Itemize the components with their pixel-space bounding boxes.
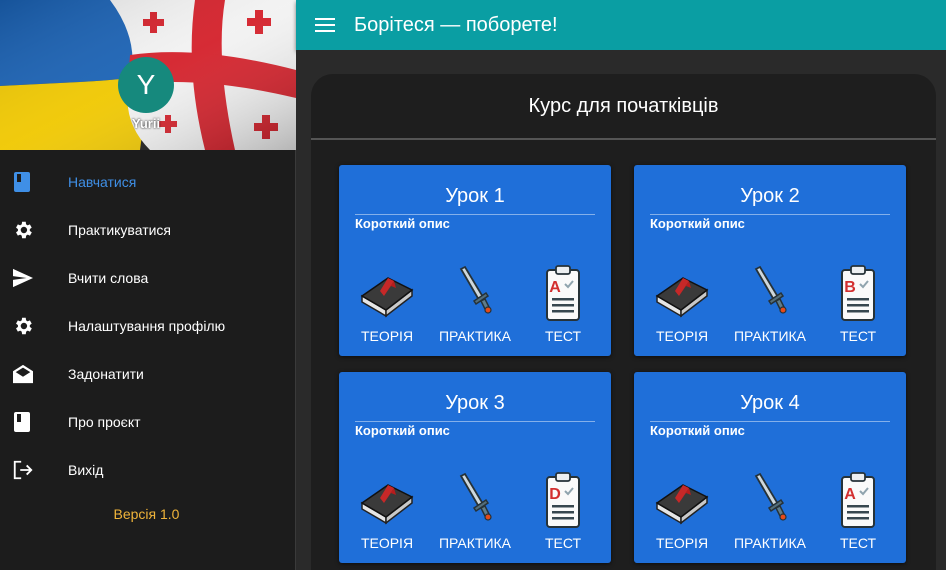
sidebar-item-words[interactable]: Вчити слова — [0, 254, 295, 302]
test-grade-letter: D — [549, 486, 561, 503]
action-label: ТЕОРІЯ — [655, 535, 709, 551]
action-label: ТЕОРІЯ — [360, 535, 414, 551]
sidebar-item-label: Про проєкт — [68, 414, 141, 430]
action-label: ПРАКТИКА — [733, 535, 807, 551]
app-version: Версія 1.0 — [113, 506, 180, 522]
book-icon — [0, 411, 68, 433]
sidebar-item-logout[interactable]: Вихід — [0, 446, 295, 494]
course-panel: Курс для початківців Урок 1 Короткий опи… — [311, 74, 936, 570]
lesson-card-3: Урок 3 Короткий опис ТЕОРІЯ ПРАКТИКА D Т… — [339, 372, 611, 563]
theory-button[interactable]: ТЕОРІЯ — [642, 261, 722, 344]
menu-button[interactable] — [296, 0, 354, 50]
sword-icon — [730, 261, 810, 325]
lesson-title: Урок 3 — [355, 392, 595, 422]
sidebar-item-profile-settings[interactable]: Налаштування профілю — [0, 302, 295, 350]
action-label: ПРАКТИКА — [438, 535, 512, 551]
sidebar-item-practice[interactable]: Практикуватися — [0, 206, 295, 254]
lesson-title: Урок 1 — [355, 185, 595, 215]
sidebar: Y Yurii Навчатися Практикуватися Вчити с… — [0, 0, 296, 570]
test-button[interactable]: A ТЕСТ — [818, 468, 898, 551]
book-icon — [642, 468, 722, 532]
sidebar-item-label: Навчатися — [68, 174, 137, 190]
envelope-icon — [0, 364, 68, 384]
test-button[interactable]: B ТЕСТ — [818, 261, 898, 344]
practice-button[interactable]: ПРАКТИКА — [730, 468, 810, 551]
lesson-title: Урок 4 — [650, 392, 890, 422]
logout-icon — [0, 459, 68, 481]
action-label: ТЕОРІЯ — [360, 328, 414, 344]
lesson-title: Урок 2 — [650, 185, 890, 215]
theory-button[interactable]: ТЕОРІЯ — [347, 261, 427, 344]
gear-icon — [0, 219, 68, 241]
practice-button[interactable]: ПРАКТИКА — [435, 468, 515, 551]
send-icon — [0, 268, 68, 288]
sidebar-item-donate[interactable]: Задонатити — [0, 350, 295, 398]
sidebar-item-label: Вчити слова — [68, 270, 149, 286]
sidebar-item-about[interactable]: Про проєкт — [0, 398, 295, 446]
test-button[interactable]: A ТЕСТ — [523, 261, 603, 344]
theory-button[interactable]: ТЕОРІЯ — [347, 468, 427, 551]
book-icon — [347, 261, 427, 325]
sidebar-item-label: Налаштування профілю — [68, 318, 226, 334]
action-label: ПРАКТИКА — [438, 328, 512, 344]
sidebar-nav: Навчатися Практикуватися Вчити слова Нал… — [0, 158, 295, 494]
clipboard-test-icon: A — [818, 468, 898, 532]
sidebar-item-label: Задонатити — [68, 366, 144, 382]
avatar[interactable]: Y — [118, 57, 174, 113]
book-icon — [347, 468, 427, 532]
practice-button[interactable]: ПРАКТИКА — [435, 261, 515, 344]
action-label: ТЕСТ — [544, 328, 582, 344]
theory-button[interactable]: ТЕОРІЯ — [642, 468, 722, 551]
app-bar: Борітеся — поборете! — [296, 0, 946, 50]
profile-banner: Y Yurii — [0, 0, 296, 150]
course-title: Курс для початківців — [311, 74, 936, 140]
sword-icon — [435, 261, 515, 325]
book-icon — [642, 261, 722, 325]
sidebar-item-learn[interactable]: Навчатися — [0, 158, 295, 206]
page-title: Борітеся — поборете! — [354, 13, 558, 36]
practice-button[interactable]: ПРАКТИКА — [730, 261, 810, 344]
app-root: Y Yurii Навчатися Практикуватися Вчити с… — [0, 0, 946, 570]
lesson-card-2: Урок 2 Короткий опис ТЕОРІЯ ПРАКТИКА B Т… — [634, 165, 906, 356]
clipboard-test-icon: D — [523, 468, 603, 532]
sidebar-item-label: Вихід — [68, 462, 104, 478]
action-label: ТЕСТ — [839, 328, 877, 344]
test-button[interactable]: D ТЕСТ — [523, 468, 603, 551]
lesson-description: Короткий опис — [650, 423, 745, 438]
main-content: Курс для початківців Урок 1 Короткий опи… — [296, 50, 946, 570]
sword-icon — [730, 468, 810, 532]
lesson-description: Короткий опис — [650, 216, 745, 231]
test-grade-letter: A — [549, 279, 561, 296]
clipboard-test-icon: A — [523, 261, 603, 325]
lesson-description: Короткий опис — [355, 423, 450, 438]
sword-icon — [435, 468, 515, 532]
username: Yurii — [131, 116, 161, 131]
hamburger-icon — [315, 18, 335, 32]
sidebar-item-label: Практикуватися — [68, 222, 172, 238]
test-grade-letter: A — [844, 486, 856, 503]
test-grade-letter: B — [844, 279, 856, 296]
action-label: ТЕСТ — [839, 535, 877, 551]
book-icon — [0, 171, 68, 193]
gear-icon — [0, 315, 68, 337]
lesson-card-1: Урок 1 Короткий опис ТЕОРІЯ ПРАКТИКА A Т… — [339, 165, 611, 356]
lesson-card-4: Урок 4 Короткий опис ТЕОРІЯ ПРАКТИКА A Т… — [634, 372, 906, 563]
action-label: ТЕСТ — [544, 535, 582, 551]
action-label: ПРАКТИКА — [733, 328, 807, 344]
clipboard-test-icon: B — [818, 261, 898, 325]
action-label: ТЕОРІЯ — [655, 328, 709, 344]
lesson-description: Короткий опис — [355, 216, 450, 231]
